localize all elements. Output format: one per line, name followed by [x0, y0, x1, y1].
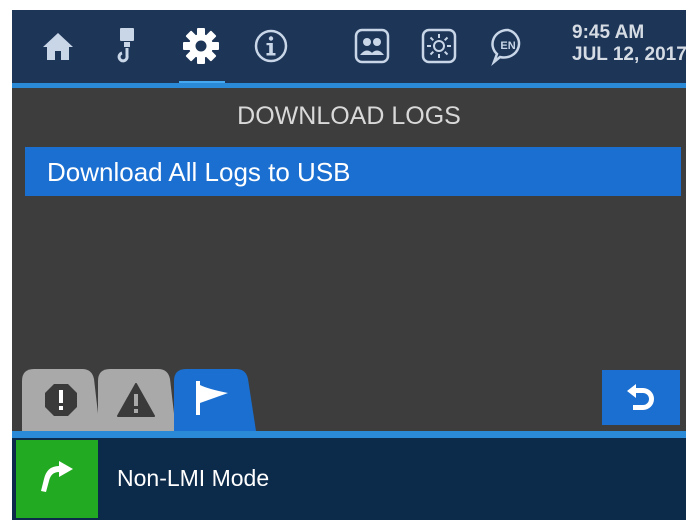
- back-button[interactable]: [602, 370, 680, 425]
- clock-date: JUL 12, 2017: [572, 44, 686, 65]
- header-divider: [12, 83, 686, 88]
- operator-icon[interactable]: [350, 24, 394, 68]
- device-screen: EN 9:45 AM JUL 12, 2017 DOWNLOAD LOGS Do…: [12, 10, 686, 520]
- tab-events[interactable]: [174, 367, 256, 432]
- tab-errors[interactable]: [22, 367, 100, 432]
- return-arrow-icon: [37, 457, 77, 501]
- list-item-download-all-logs[interactable]: Download All Logs to USB: [25, 147, 681, 196]
- datetime: 9:45 AM JUL 12, 2017: [572, 22, 686, 66]
- footer-bar: Non-LMI Mode: [12, 438, 686, 520]
- page-title: DOWNLOAD LOGS: [237, 102, 461, 130]
- clock-time: 9:45 AM: [572, 22, 645, 43]
- settings-gear-icon[interactable]: [179, 24, 223, 68]
- language-badge: EN: [500, 40, 515, 52]
- crane-hook-icon[interactable]: [105, 24, 149, 68]
- back-arrow-icon: [624, 381, 658, 415]
- list-item-label: Download All Logs to USB: [47, 157, 351, 187]
- brightness-icon[interactable]: [417, 24, 461, 68]
- language-icon[interactable]: EN: [486, 24, 530, 68]
- tab-warnings[interactable]: [98, 367, 176, 432]
- mode-label: Non-LMI Mode: [117, 465, 270, 491]
- home-icon[interactable]: [36, 24, 80, 68]
- mode-button[interactable]: [16, 440, 98, 518]
- info-icon[interactable]: [249, 24, 293, 68]
- top-bar: EN 9:45 AM JUL 12, 2017: [12, 10, 686, 86]
- tab-strip-divider: [12, 431, 686, 438]
